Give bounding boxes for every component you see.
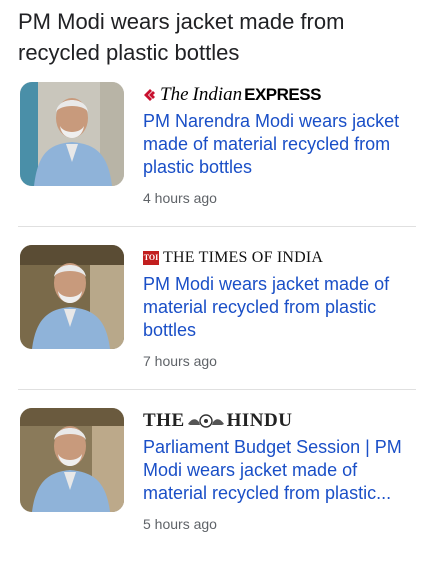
article-timestamp: 7 hours ago — [143, 353, 217, 369]
divider — [18, 389, 416, 390]
the-hindu-emblem-icon — [187, 414, 224, 428]
source-the-hindu: THE HINDU — [143, 410, 293, 431]
source-times-of-india: TOI THE TIMES OF INDIA — [143, 249, 324, 266]
indian-express-logo-icon — [144, 89, 155, 101]
article-title-link[interactable]: Parliament Budget Session | PM Modi wear… — [143, 436, 415, 505]
article-thumbnail[interactable] — [20, 408, 124, 512]
toi-logo-icon: TOI — [143, 251, 159, 265]
article-timestamp: 5 hours ago — [143, 516, 217, 532]
news-card-the-hindu[interactable]: THE HINDU Parliament Budget Session | PM… — [0, 408, 426, 568]
source-indian-express: The Indian EXPRESS — [143, 82, 321, 108]
article-title-link[interactable]: PM Narendra Modi wears jacket made of ma… — [143, 110, 415, 179]
divider — [18, 226, 416, 227]
article-timestamp: 4 hours ago — [143, 190, 217, 206]
article-title-link[interactable]: PM Modi wears jacket made of material re… — [143, 273, 415, 342]
article-thumbnail[interactable] — [20, 82, 124, 186]
story-headline: PM Modi wears jacket made from recycled … — [18, 9, 345, 65]
news-card-times-of-india[interactable]: TOI THE TIMES OF INDIA PM Modi wears jac… — [0, 245, 426, 405]
article-thumbnail[interactable] — [20, 245, 124, 349]
news-card-indian-express[interactable]: The Indian EXPRESS PM Narendra Modi wear… — [0, 82, 426, 242]
